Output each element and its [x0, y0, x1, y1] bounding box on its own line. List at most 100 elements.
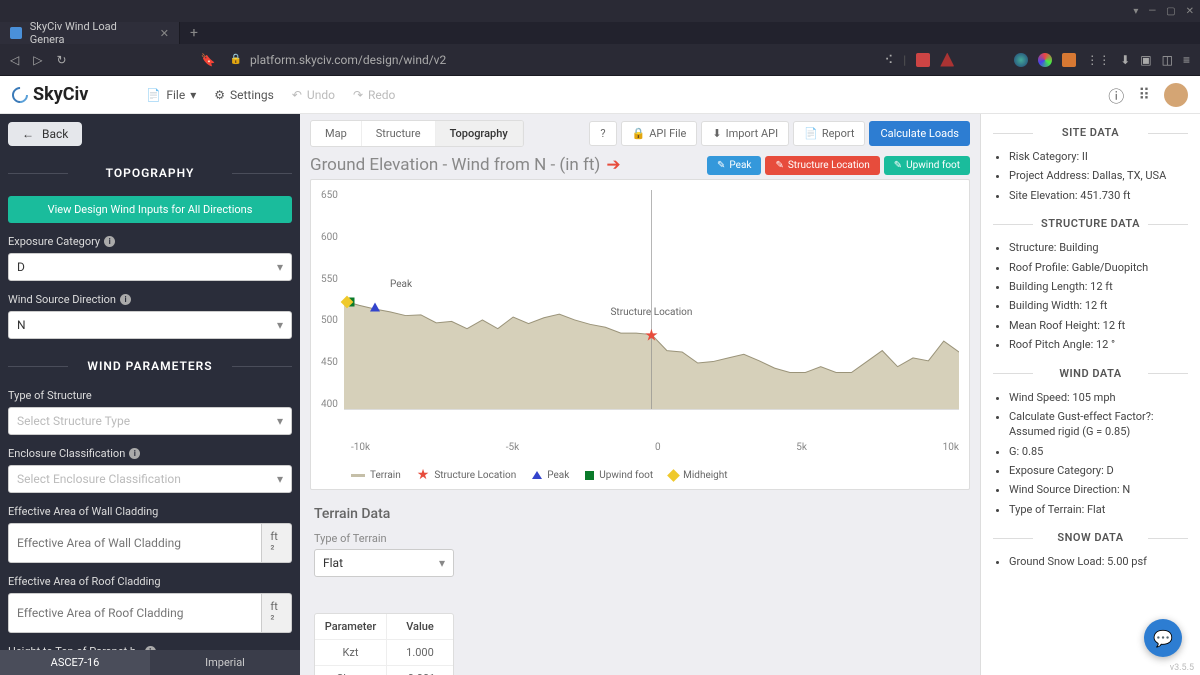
lock-icon: 🔒: [229, 54, 241, 65]
sidebar-bottom-tabs: ASCE7-16 Imperial: [0, 650, 300, 675]
input-wall-cladding[interactable]: [8, 523, 262, 563]
select-wind-direction[interactable]: N: [8, 311, 292, 339]
rp-title-wind: WIND DATA: [993, 367, 1188, 380]
chart-yaxis: 650600550500450400: [321, 190, 344, 410]
table-row: Slope-0.001: [315, 666, 453, 675]
table-row: Kzt1.000: [315, 640, 453, 666]
download-icon[interactable]: ⬇: [1120, 53, 1130, 67]
tab-title: SkyCiv Wind Load Genera: [30, 20, 152, 46]
share-icon[interactable]: ⠪: [885, 53, 894, 67]
select-type-structure[interactable]: Select Structure Type: [8, 407, 292, 435]
window-maximize-icon[interactable]: ▢: [1166, 6, 1175, 17]
list-item: Roof Pitch Angle: 12 °: [1009, 337, 1188, 352]
tab-structure[interactable]: Structure: [362, 121, 436, 146]
view-wind-inputs-button[interactable]: View Design Wind Inputs for All Directio…: [8, 196, 292, 223]
nav-reload-icon[interactable]: ↻: [56, 53, 66, 67]
label-enclosure: Enclosure Classificationi: [8, 447, 292, 460]
chart-plot: ★PeakStructure Location: [344, 190, 959, 410]
window-restore-icon[interactable]: —: [1148, 6, 1156, 17]
panel-icon[interactable]: ▣: [1140, 53, 1151, 67]
tab-favicon-icon: [10, 27, 22, 39]
bookmark-icon[interactable]: 🔖: [201, 53, 216, 67]
sidebar-tab-units[interactable]: Imperial: [150, 650, 300, 675]
list-item: Wind Speed: 105 mph: [1009, 390, 1188, 405]
label-exposure-category: Exposure Categoryi: [8, 235, 292, 248]
address-bar[interactable]: 🔒 platform.skyciv.com/design/wind/v2: [229, 53, 870, 67]
menu-icon[interactable]: ≡: [1183, 53, 1190, 67]
import-api-button[interactable]: ⬇ Import API: [701, 121, 789, 146]
list-item: Site Elevation: 451.730 ft: [1009, 188, 1188, 203]
list-item: Wind Source Direction: N: [1009, 482, 1188, 497]
api-file-button[interactable]: 🔒 API File: [621, 121, 698, 146]
unit-ft2: ft ²: [262, 593, 292, 633]
menu-file[interactable]: 📄 File ▾: [146, 88, 196, 102]
rp-title-site: SITE DATA: [993, 126, 1188, 139]
arrow-right-icon: ➔: [606, 155, 620, 175]
calculate-loads-button[interactable]: Calculate Loads: [869, 121, 970, 146]
right-panel: SITE DATA Risk Category: IIProject Addre…: [980, 114, 1200, 675]
unit-ft2: ft ²: [262, 523, 292, 563]
chip-peak[interactable]: ✎ Peak: [707, 156, 761, 175]
logo-icon: [9, 83, 32, 106]
info-icon: i: [104, 236, 115, 247]
info-icon: i: [129, 448, 140, 459]
section-title-wind-params: WIND PARAMETERS: [8, 351, 292, 381]
list-item: Roof Profile: Gable/Duopitch: [1009, 260, 1188, 275]
app-toolbar: SkyCiv 📄 File ▾ ⚙ Settings ↶ Undo ↷ Redo…: [0, 76, 1200, 114]
extensions-icon[interactable]: ⋮⋮: [1086, 53, 1110, 67]
rp-title-structure: STRUCTURE DATA: [993, 217, 1188, 230]
url-text: platform.skyciv.com/design/wind/v2: [250, 53, 446, 67]
label-terrain-type: Type of Terrain: [314, 532, 970, 545]
menu-redo[interactable]: ↷ Redo: [353, 88, 395, 102]
back-button[interactable]: ← Back: [8, 122, 82, 146]
apps-icon[interactable]: ⠿: [1138, 85, 1150, 104]
info-icon: i: [120, 294, 131, 305]
select-exposure-category[interactable]: D: [8, 253, 292, 281]
chart-legend: Terrain ★Structure Location Peak Upwind …: [351, 467, 959, 483]
version-label: v3.5.5: [1170, 663, 1194, 673]
extension-icon[interactable]: [1038, 53, 1052, 67]
chip-structure-location[interactable]: ✎ Structure Location: [765, 156, 879, 175]
new-tab-button[interactable]: +: [180, 22, 208, 44]
select-enclosure[interactable]: Select Enclosure Classification: [8, 465, 292, 493]
tab-topography[interactable]: Topography: [436, 121, 523, 146]
window-minimize-icon[interactable]: ▾: [1133, 6, 1138, 17]
tab-map[interactable]: Map: [311, 121, 362, 146]
sidebar: ← Back TOPOGRAPHY View Design Wind Input…: [0, 114, 300, 675]
tab-close-icon[interactable]: ✕: [160, 27, 169, 40]
browser-tab[interactable]: SkyCiv Wind Load Genera ✕: [0, 22, 180, 44]
sidebar-tab-code[interactable]: ASCE7-16: [0, 650, 150, 675]
menu-undo[interactable]: ↶ Undo: [292, 88, 335, 102]
list-item: Building Length: 12 ft: [1009, 279, 1188, 294]
extension-icon[interactable]: [1014, 53, 1028, 67]
input-roof-cladding[interactable]: [8, 593, 262, 633]
nav-back-icon[interactable]: ◁: [10, 53, 19, 67]
nav-forward-icon[interactable]: ▷: [33, 53, 42, 67]
chat-bubble-icon[interactable]: 💬: [1144, 619, 1182, 657]
list-item: Mean Roof Height: 12 ft: [1009, 318, 1188, 333]
list-item: Structure: Building: [1009, 240, 1188, 255]
list-item: Exposure Category: D: [1009, 463, 1188, 478]
extension-icon[interactable]: [940, 53, 954, 67]
help-icon[interactable]: ⓘ: [1108, 83, 1124, 107]
extension-icon[interactable]: [916, 53, 930, 67]
chart-xaxis: -10k-5k05k10k: [351, 442, 959, 453]
label-wind-direction: Wind Source Directioni: [8, 293, 292, 306]
window-close-icon[interactable]: ✕: [1186, 6, 1194, 17]
param-table: ParameterValue Kzt1.000Slope-0.001Loc. o…: [314, 613, 454, 675]
menu-settings[interactable]: ⚙ Settings: [214, 88, 274, 102]
rp-title-snow: SNOW DATA: [993, 531, 1188, 544]
report-button[interactable]: 📄 Report: [793, 121, 865, 146]
help-button[interactable]: ?: [589, 121, 616, 146]
avatar[interactable]: [1164, 83, 1188, 107]
select-terrain-type[interactable]: Flat: [314, 549, 454, 577]
browser-tabbar: SkyCiv Wind Load Genera ✕ +: [0, 22, 1200, 44]
list-item: G: 0.85: [1009, 444, 1188, 459]
chart-title: Ground Elevation - Wind from N - (in ft)…: [310, 155, 621, 175]
logo[interactable]: SkyCiv: [12, 84, 88, 105]
chip-upwind-foot[interactable]: ✎ Upwind foot: [884, 156, 970, 175]
label-type-structure: Type of Structure: [8, 389, 292, 402]
extension-icon[interactable]: [1062, 53, 1076, 67]
chart-container: 650600550500450400 ★PeakStructure Locati…: [310, 179, 970, 490]
sidebar-icon[interactable]: ◫: [1162, 53, 1173, 67]
